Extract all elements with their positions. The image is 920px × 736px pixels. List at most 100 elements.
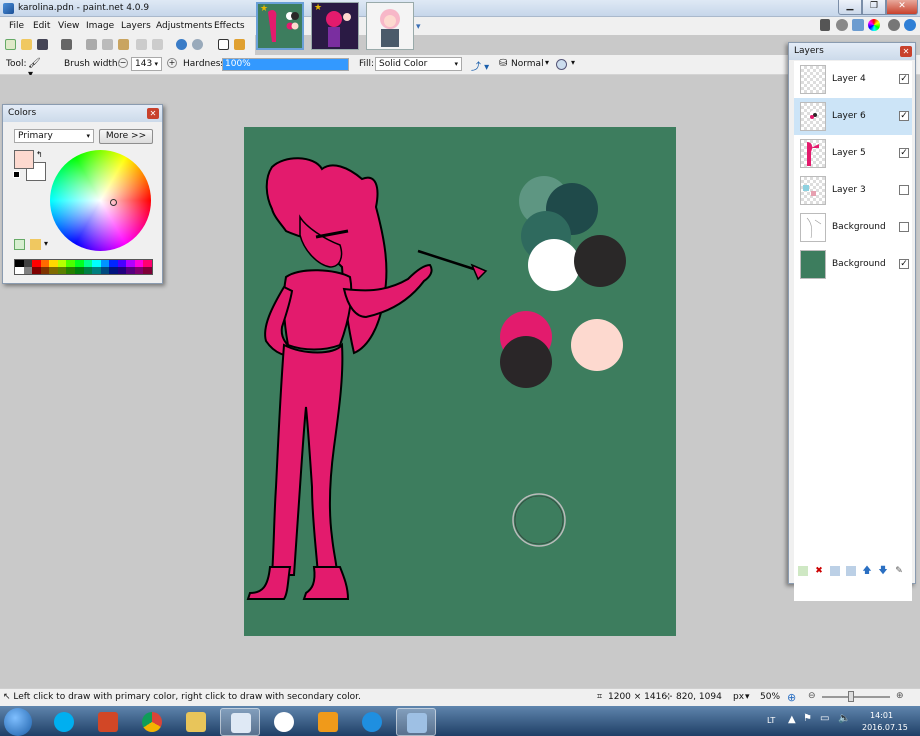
maximize-button[interactable]: ❐ [862, 0, 886, 15]
colors-toggle-icon[interactable] [868, 19, 880, 31]
layer-visibility-checkbox[interactable]: ✓ [899, 259, 909, 269]
layer-row-layer3[interactable]: Layer 3 [794, 172, 912, 209]
taskbar-internet-explorer[interactable] [352, 708, 392, 736]
palette-menu-icon[interactable] [30, 239, 41, 250]
image-thumbnail-karolina[interactable]: ★ [256, 2, 304, 50]
palette-swatch[interactable] [23, 260, 33, 267]
layers-panel-titlebar[interactable]: Layers ✕ [789, 43, 915, 60]
palette-swatch[interactable] [66, 267, 75, 274]
palette-swatch[interactable] [92, 260, 101, 267]
chevron-down-icon[interactable]: ▾ [44, 239, 48, 248]
taskbar-skype[interactable] [44, 708, 84, 736]
layer-visibility-checkbox[interactable]: ✓ [899, 74, 909, 84]
color-wheel[interactable] [50, 150, 151, 251]
merge-layer-down-icon[interactable] [846, 566, 856, 576]
taskbar-paintnet[interactable] [220, 708, 260, 736]
palette-swatch[interactable] [117, 260, 127, 267]
zoom-out-icon[interactable]: ⊖ [808, 691, 816, 701]
language-indicator[interactable]: LT [767, 716, 775, 725]
layer-visibility-checkbox[interactable]: ✓ [899, 111, 909, 121]
copy-icon[interactable] [102, 39, 113, 50]
zoom-value[interactable]: 50% [760, 692, 780, 702]
history-icon[interactable] [836, 19, 848, 31]
primary-color-swatch[interactable] [14, 150, 34, 169]
palette-swatch[interactable] [92, 267, 101, 274]
brush-width-input[interactable]: 143 ▾ [131, 57, 162, 71]
palette-swatch[interactable] [83, 260, 93, 267]
minimize-button[interactable]: ▁ [838, 0, 862, 15]
taskbar-chrome[interactable] [132, 708, 172, 736]
palette-swatch[interactable] [32, 260, 41, 267]
menu-image[interactable]: Image [86, 21, 114, 31]
palette-swatch[interactable] [126, 267, 135, 274]
clock-time[interactable]: 14:01 [870, 711, 893, 720]
paintbrush-tool-icon[interactable]: 🖌 ▾ [28, 58, 48, 80]
increase-width-button[interactable]: + [167, 58, 177, 68]
palette-swatch[interactable] [15, 260, 24, 267]
grid-icon[interactable] [218, 39, 229, 50]
close-icon[interactable]: ✕ [900, 46, 912, 57]
palette-swatch[interactable] [134, 260, 144, 267]
layer-visibility-checkbox[interactable]: ✓ [899, 148, 909, 158]
taskbar-app[interactable] [264, 708, 304, 736]
palette-swatch[interactable] [100, 260, 110, 267]
hardness-slider[interactable]: 100% [222, 58, 349, 71]
palette-swatch[interactable] [57, 267, 67, 274]
zoom-in-icon[interactable]: ⊕ [896, 691, 904, 701]
delete-layer-icon[interactable]: ✖ [814, 566, 824, 576]
palette-swatch[interactable] [32, 267, 41, 274]
taskbar-powerpoint[interactable] [88, 708, 128, 736]
menu-edit[interactable]: Edit [33, 21, 50, 31]
layer-row-layer5[interactable]: Layer 5 ✓ [794, 135, 912, 172]
close-icon[interactable]: ✕ [147, 108, 159, 119]
undo-icon[interactable] [176, 39, 187, 50]
zoom-slider-thumb[interactable] [848, 691, 854, 702]
taskbar-media-player[interactable] [308, 708, 348, 736]
print-icon[interactable] [61, 39, 72, 50]
selection-mode-icon[interactable] [556, 59, 567, 70]
tools-icon[interactable] [820, 19, 830, 31]
layer-properties-icon[interactable]: ✎ [894, 566, 904, 576]
chevron-down-icon[interactable]: ▾ [545, 58, 549, 67]
fill-select[interactable]: Solid Color ▾ [375, 57, 462, 71]
palette-swatch[interactable] [134, 267, 144, 274]
image-thumbnail-3[interactable] [366, 2, 414, 50]
palette-swatch[interactable] [74, 260, 84, 267]
palette-swatch[interactable] [49, 267, 58, 274]
color-mode-select[interactable]: Primary ▾ [14, 129, 94, 143]
menu-layers[interactable]: Layers [121, 21, 151, 31]
palette-swatch[interactable] [109, 267, 118, 274]
units-select[interactable]: px [733, 692, 744, 702]
antialiasing-icon[interactable]: ⤴ ▾ [471, 58, 495, 73]
action-center-flag-icon[interactable]: ⚑ [803, 713, 812, 724]
taskbar-explorer[interactable] [176, 708, 216, 736]
paste-icon[interactable] [118, 39, 129, 50]
menu-file[interactable]: File [9, 21, 24, 31]
deselect-icon[interactable] [152, 39, 163, 50]
add-palette-color-icon[interactable] [14, 239, 25, 250]
menu-adjustments[interactable]: Adjustments [156, 21, 212, 31]
chevron-down-icon[interactable]: ▾ [571, 58, 575, 67]
layer-row-background[interactable]: Background ✓ [794, 246, 912, 283]
move-layer-up-icon[interactable]: 🡅 [862, 566, 872, 576]
palette-swatch[interactable] [143, 260, 152, 267]
layer-row-layer6[interactable]: Layer 6 ✓ [794, 98, 912, 135]
chevron-down-icon[interactable]: ▾ [416, 22, 426, 32]
save-icon[interactable] [37, 39, 48, 50]
layers-panel[interactable]: Layers ✕ Layer 4 ✓ Layer 6 ✓ Layer 5 ✓ L… [788, 42, 916, 601]
start-button[interactable] [4, 708, 32, 736]
colors-panel-titlebar[interactable]: Colors ✕ [3, 105, 162, 122]
palette-swatch[interactable] [23, 267, 33, 274]
palette-swatch[interactable] [15, 267, 24, 274]
colors-panel[interactable]: Colors ✕ Primary ▾ More >> ↰ ▾ [2, 104, 163, 284]
palette-swatch[interactable] [74, 267, 84, 274]
duplicate-layer-icon[interactable] [830, 566, 840, 576]
layer-visibility-checkbox[interactable] [899, 222, 909, 232]
cut-icon[interactable] [86, 39, 97, 50]
zoom-slider[interactable] [822, 696, 890, 698]
palette-swatch[interactable] [126, 260, 135, 267]
image-thumbnail-2[interactable]: ★ [311, 2, 359, 50]
clock-date[interactable]: 2016.07.15 [862, 723, 908, 732]
menu-effects[interactable]: Effects [214, 21, 245, 31]
palette-swatch[interactable] [57, 260, 67, 267]
